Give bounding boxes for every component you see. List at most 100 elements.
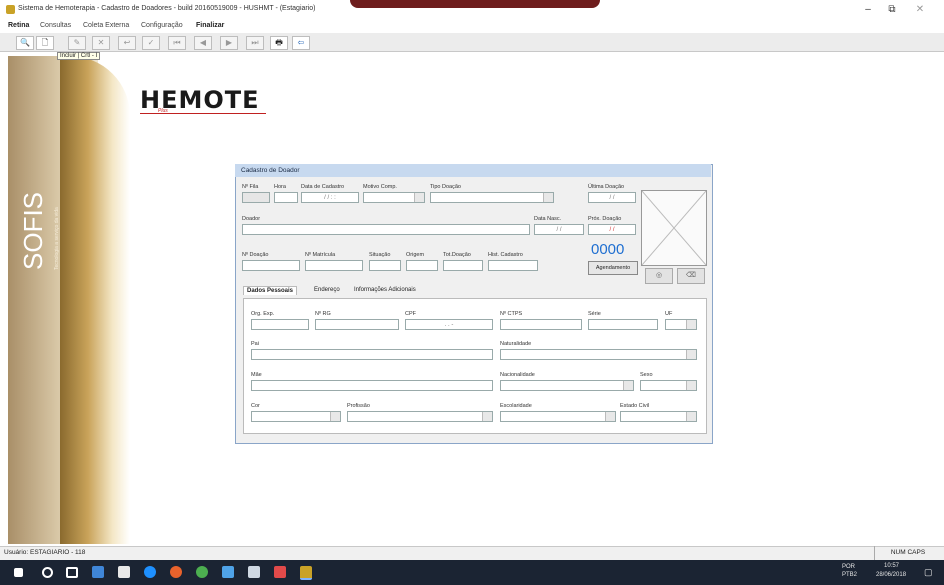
minimize-button[interactable]: – <box>858 4 878 15</box>
sofis-text: SOFIS <box>18 192 48 270</box>
nfila-label: Nº Fila <box>242 184 259 190</box>
nfila-field[interactable] <box>242 192 270 203</box>
motivo-comp-label: Motivo Comp. <box>363 184 397 190</box>
hist-cadastro-field[interactable] <box>488 260 538 271</box>
hora-label: Hora <box>274 184 286 190</box>
menu-finalizar[interactable]: Finalizar <box>196 22 224 29</box>
prev-record-button[interactable]: ◀ <box>194 36 212 50</box>
uf-select[interactable] <box>665 319 697 330</box>
pai-label: Pai <box>251 341 259 347</box>
origem-field[interactable] <box>406 260 438 271</box>
serie-field[interactable] <box>588 319 658 330</box>
cor-select[interactable] <box>251 411 341 422</box>
org-exp-label: Org. Exp. <box>251 311 275 317</box>
logo-plus: Plus <box>158 108 168 114</box>
sofis-logo: SOFIS Tecnologia a serviço da vida <box>18 192 60 270</box>
n-rg-label: Nº RG <box>315 311 331 317</box>
window-title: Sistema de Hemoterapia - Cadastro de Doa… <box>18 5 316 12</box>
org-exp-field[interactable] <box>251 319 309 330</box>
clock-time[interactable]: 10:57 <box>884 563 899 569</box>
undo-button[interactable]: ↩ <box>118 36 136 50</box>
donation-counter: 0000 <box>591 241 625 258</box>
sofis-tagline: Tecnologia a serviço da vida <box>54 207 60 270</box>
title-accent <box>350 0 600 8</box>
situacao-field[interactable] <box>369 260 401 271</box>
tot-doacao-field[interactable] <box>443 260 483 271</box>
last-record-button[interactable]: ⏭ <box>246 36 264 50</box>
search-button[interactable]: 🔍 <box>16 36 34 50</box>
n-matricula-field[interactable] <box>305 260 363 271</box>
store-icon[interactable] <box>118 566 130 578</box>
decorative-swoosh <box>60 56 130 544</box>
origem-label: Origem <box>406 252 425 258</box>
nacionalidade-select[interactable] <box>500 380 634 391</box>
firefox-icon[interactable] <box>170 566 182 578</box>
ultima-doacao-label: Última Doação <box>588 184 625 190</box>
doador-field[interactable] <box>242 224 530 235</box>
data-cadastro-field[interactable]: / / : : <box>301 192 359 203</box>
first-record-button[interactable]: ⏮ <box>168 36 186 50</box>
dialog-title-bar: Cadastro de Doador <box>235 164 711 177</box>
tab-dados-pessoais[interactable]: Dados Pessoais <box>243 286 298 295</box>
photo-clear-button[interactable]: ⌫ <box>677 268 705 284</box>
n-doacao-field[interactable] <box>242 260 300 271</box>
confirm-button[interactable]: ✓ <box>142 36 160 50</box>
maximize-button[interactable]: ⧉ <box>882 4 902 15</box>
mae-field[interactable] <box>251 380 493 391</box>
agendamento-button[interactable]: Agendamento <box>588 261 638 275</box>
photo-capture-button[interactable]: ◎ <box>645 268 673 284</box>
hora-field[interactable] <box>274 192 298 203</box>
menu-retina[interactable]: Retina <box>8 22 29 29</box>
app-icon-red[interactable] <box>274 566 286 578</box>
n-matricula-label: Nº Matrícula <box>305 252 336 258</box>
edit-button[interactable]: ✎ <box>68 36 86 50</box>
uf-label: UF <box>665 311 673 317</box>
next-record-button[interactable]: ▶ <box>220 36 238 50</box>
motivo-comp-select[interactable] <box>363 192 425 203</box>
pai-field[interactable] <box>251 349 493 360</box>
estado-civil-select[interactable] <box>620 411 697 422</box>
menu-coleta-externa[interactable]: Coleta Externa <box>83 22 129 29</box>
close-button[interactable]: ✕ <box>910 4 930 15</box>
tipo-doacao-select[interactable] <box>430 192 554 203</box>
tooltip: Incluir | Crtl - I <box>57 52 101 60</box>
new-record-button[interactable]: 🗋 <box>36 36 54 50</box>
naturalidade-label: Naturalidade <box>500 341 532 347</box>
app-icon <box>6 5 15 14</box>
print-button[interactable]: 🖶 <box>270 36 288 50</box>
tab-informacoes-adicionais[interactable]: Informações Adicionais <box>351 286 419 294</box>
data-nasc-label: Data Nasc. <box>534 216 562 222</box>
cpf-field[interactable]: . . - <box>405 319 493 330</box>
menu-consultas[interactable]: Consultas <box>40 22 71 29</box>
cor-label: Cor <box>251 403 260 409</box>
donor-photo[interactable] <box>641 190 707 266</box>
app-icon-blue[interactable] <box>222 566 234 578</box>
app-icon-gray[interactable] <box>248 566 260 578</box>
n-ctps-field[interactable] <box>500 319 582 330</box>
tab-endereco[interactable]: Endereço <box>311 286 343 294</box>
escolaridade-select[interactable] <box>500 411 616 422</box>
prox-doacao-field[interactable]: / / <box>588 224 636 235</box>
task-view-icon[interactable] <box>66 567 78 578</box>
n-rg-field[interactable] <box>315 319 399 330</box>
n-ctps-label: Nº CTPS <box>500 311 523 317</box>
sexo-select[interactable] <box>640 380 697 391</box>
data-nasc-field[interactable]: / / <box>534 224 584 235</box>
profissao-select[interactable] <box>347 411 493 422</box>
windows-start-icon[interactable] <box>14 568 23 577</box>
escolaridade-label: Escolaridade <box>500 403 532 409</box>
delete-button[interactable]: ✕ <box>92 36 110 50</box>
notification-icon[interactable]: ▢ <box>924 567 933 578</box>
file-explorer-icon[interactable] <box>92 566 104 578</box>
chrome-icon[interactable] <box>196 566 208 578</box>
data-cadastro-label: Data de Cadastro <box>301 184 345 190</box>
ultima-doacao-field[interactable]: / / <box>588 192 636 203</box>
hemote-taskbar-icon[interactable] <box>300 566 312 580</box>
menu-configuracao[interactable]: Configuração <box>141 22 183 29</box>
search-icon[interactable] <box>42 567 53 578</box>
exit-button[interactable]: ⇦ <box>292 36 310 50</box>
clock-date[interactable]: 28/06/2018 <box>876 572 906 578</box>
edge-icon[interactable] <box>144 566 156 578</box>
language-indicator[interactable]: POR PTB2 <box>842 563 868 579</box>
naturalidade-select[interactable] <box>500 349 697 360</box>
